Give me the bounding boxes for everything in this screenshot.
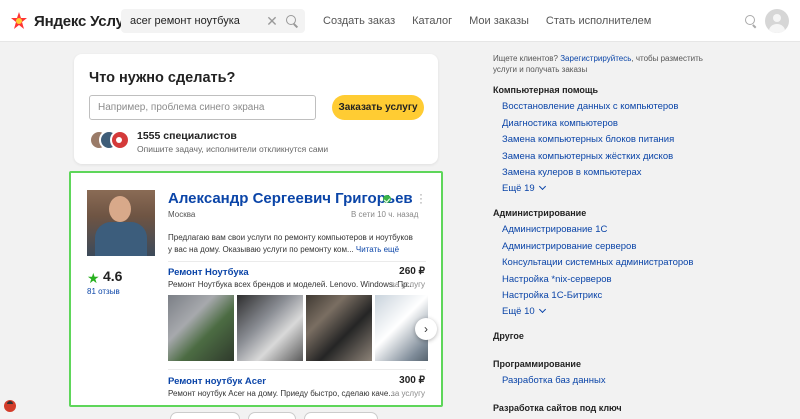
bug-icon[interactable]: [4, 400, 16, 412]
category-link[interactable]: Настройка 1С-Битрикс: [502, 290, 602, 301]
rating-value: 4.6: [103, 268, 123, 284]
promo-prefix: Ищете клиентов?: [493, 54, 561, 63]
service-description: Ремонт Ноутбука всех брендов и моделей. …: [168, 280, 415, 289]
show-more-label: Ещё 10: [502, 306, 535, 317]
top-header: Яндекс Услуги acer ремонт ноутбука ✕ Соз…: [0, 0, 800, 42]
verified-icon: [383, 195, 391, 203]
order-title: Что нужно сделать?: [89, 70, 236, 86]
search-box[interactable]: acer ремонт ноутбука ✕: [121, 9, 305, 33]
task-input[interactable]: [89, 95, 316, 120]
divider: [168, 369, 426, 370]
service-photo[interactable]: [306, 295, 372, 361]
service-price: 260 ₽: [399, 266, 425, 277]
order-card: Что нужно сделать? Заказать услугу 1555 …: [74, 54, 438, 164]
yandex-services-logo[interactable]: Яндекс Услуги: [8, 10, 139, 32]
specialists-subtitle: Опишите задачу, исполнители откликнутся …: [137, 144, 329, 154]
filter-pills: [170, 412, 378, 419]
user-avatar[interactable]: [765, 9, 789, 33]
service-photo[interactable]: [168, 295, 234, 361]
service-price-unit: за услугу: [391, 389, 425, 398]
service-title[interactable]: Ремонт ноутбук Acer: [168, 376, 266, 387]
category-heading[interactable]: Разработка сайтов под ключ: [493, 403, 622, 413]
category-link[interactable]: Разработка баз данных: [502, 375, 606, 386]
divider: [168, 261, 426, 262]
search-icon[interactable]: [283, 12, 301, 30]
category-link[interactable]: Диагностика компьютеров: [502, 118, 618, 129]
service-price-unit: за услугу: [391, 280, 425, 289]
show-more-link[interactable]: Ещё 10: [502, 305, 546, 317]
show-more-label: Ещё 19: [502, 183, 535, 194]
category-heading[interactable]: Компьютерная помощь: [493, 85, 598, 95]
category-link[interactable]: Замена компьютерных блоков питания: [502, 134, 674, 145]
chevron-down-icon: [538, 305, 546, 314]
order-service-button[interactable]: Заказать услугу: [332, 95, 424, 120]
filter-pill[interactable]: [304, 412, 378, 419]
promo-text: Ищете клиентов? Зарегистрируйтесь, чтобы…: [493, 53, 703, 75]
reviews-link[interactable]: 81 отзыв: [87, 287, 120, 296]
category-link[interactable]: Восстановление данных с компьютеров: [502, 101, 678, 112]
header-search-icon[interactable]: [744, 14, 758, 28]
service-description: Ремонт ноутбук Acer на дому. Приеду быст…: [168, 389, 395, 398]
category-heading[interactable]: Программирование: [493, 359, 581, 369]
register-link[interactable]: Зарегистрируйтесь: [560, 54, 631, 63]
filter-pill[interactable]: [248, 412, 296, 419]
service-photos: [168, 295, 428, 363]
clear-icon[interactable]: ✕: [265, 13, 279, 30]
logo-icon: [11, 12, 27, 29]
main-nav: Создать заказ Каталог Мои заказы Стать и…: [323, 15, 651, 27]
specialists-avatars: [89, 130, 130, 152]
nav-catalog[interactable]: Каталог: [412, 15, 452, 27]
chevron-down-icon: [538, 182, 546, 191]
specialist-description: Предлагаю вам свои услуги по ремонту ком…: [168, 232, 418, 256]
next-photos-button[interactable]: ›: [415, 318, 437, 340]
nav-become-provider[interactable]: Стать исполнителем: [546, 15, 651, 27]
show-more-link[interactable]: Ещё 19: [502, 182, 546, 194]
specialist-avatar: [110, 130, 130, 150]
service-title[interactable]: Ремонт Ноутбука: [168, 267, 249, 278]
category-link[interactable]: Замена кулеров в компьютерах: [502, 167, 642, 178]
category-heading[interactable]: Другое: [493, 331, 524, 341]
service-photo[interactable]: [237, 295, 303, 361]
more-options-icon[interactable]: · · ·: [419, 188, 423, 208]
filter-pill[interactable]: [170, 412, 240, 419]
category-link[interactable]: Администрирование 1С: [502, 224, 607, 235]
category-link[interactable]: Настройка *nix-серверов: [502, 274, 612, 285]
specialist-city: Москва: [168, 210, 196, 219]
category-link[interactable]: Администрирование серверов: [502, 241, 636, 252]
read-more-link[interactable]: Читать ещё: [356, 245, 399, 254]
nav-my-orders[interactable]: Мои заказы: [469, 15, 529, 27]
nav-create-order[interactable]: Создать заказ: [323, 15, 395, 27]
specialist-photo[interactable]: [87, 190, 155, 256]
specialist-name[interactable]: Александр Сергеевич Григорьев: [168, 190, 413, 207]
category-link[interactable]: Консультации системных администраторов: [502, 257, 693, 268]
online-status: В сети 10 ч. назад: [351, 210, 419, 219]
category-heading[interactable]: Администрирование: [493, 208, 586, 218]
search-input[interactable]: acer ремонт ноутбука: [130, 15, 265, 27]
category-link[interactable]: Замена компьютерных жёстких дисков: [502, 151, 673, 162]
star-icon: ★: [87, 270, 100, 286]
service-price: 300 ₽: [399, 375, 425, 386]
specialist-card[interactable]: ★ 4.6 81 отзыв Александр Сергеевич Григо…: [69, 171, 443, 407]
specialists-count: 1555 специалистов: [137, 130, 237, 142]
